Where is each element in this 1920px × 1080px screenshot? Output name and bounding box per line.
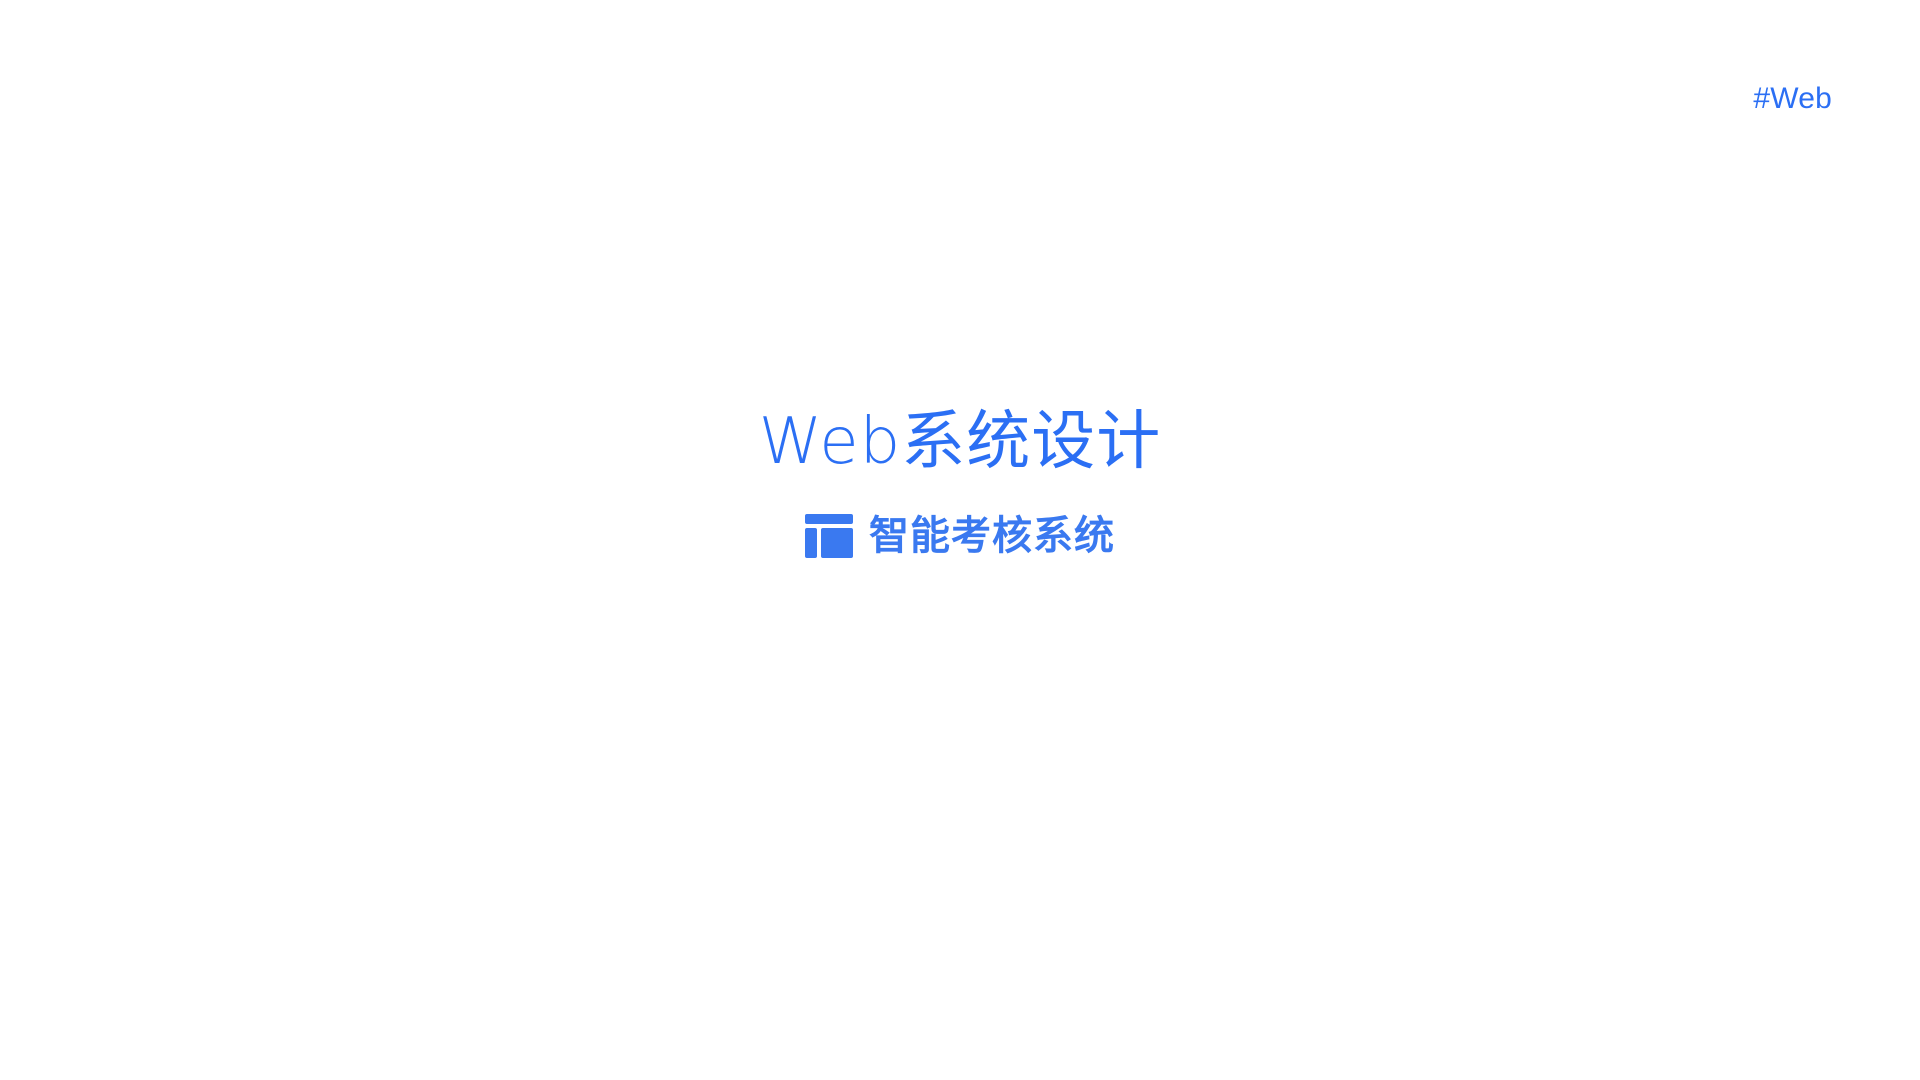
system-name: 智能考核系统 <box>869 513 1115 559</box>
corner-tag: #Web <box>1753 82 1832 115</box>
page-title: Web系统设计 <box>758 405 1162 479</box>
layout-template-icon <box>805 514 853 558</box>
cover-content: Web系统设计 智能考核系统 <box>0 410 1920 558</box>
subtitle-row: 智能考核系统 <box>805 514 1115 558</box>
